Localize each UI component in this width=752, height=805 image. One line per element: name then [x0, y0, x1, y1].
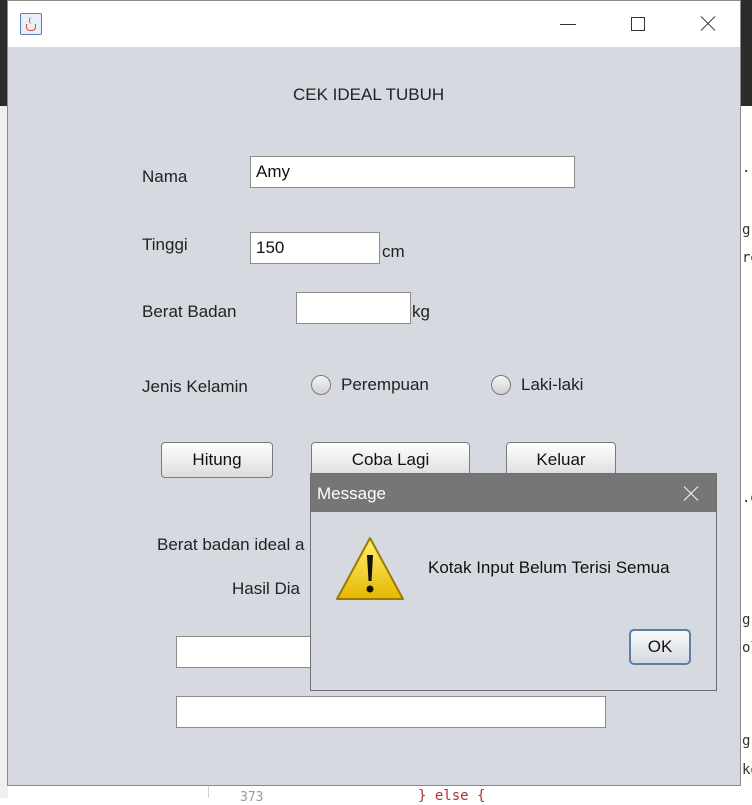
radio-laki-laki-label[interactable]: Laki-laki	[521, 375, 583, 395]
close-icon	[700, 16, 716, 32]
message-dialog: Message Kotak Input Belum Terisi Semua O…	[310, 473, 717, 691]
radio-laki-laki[interactable]	[491, 375, 511, 395]
gender-label: Jenis Kelamin	[142, 377, 248, 396]
nama-label: Nama	[142, 167, 188, 186]
hitung-button[interactable]: Hitung	[161, 442, 273, 478]
radio-perempuan-label[interactable]: Perempuan	[341, 375, 429, 395]
page-title: CEK IDEAL TUBUH	[293, 85, 445, 104]
dialog-title-bar[interactable]: Message	[311, 474, 716, 512]
ok-button[interactable]: OK	[629, 629, 691, 665]
nama-input[interactable]: Amy	[250, 156, 575, 188]
code-fragment: ko	[742, 762, 752, 778]
radio-perempuan[interactable]	[311, 375, 331, 395]
code-fragment: .d	[742, 490, 752, 506]
java-app-icon[interactable]	[20, 13, 42, 35]
tinggi-unit: cm	[382, 242, 405, 261]
diagnosis-label: Hasil Dia	[232, 579, 301, 598]
code-fragment: ol	[742, 640, 752, 656]
code-fragment: } else {	[418, 788, 486, 804]
close-icon	[683, 486, 699, 502]
tinggi-input[interactable]: 150	[250, 232, 380, 264]
dialog-message: Kotak Input Belum Terisi Semua	[428, 558, 670, 577]
minimize-button[interactable]	[533, 1, 603, 47]
berat-unit: kg	[412, 302, 430, 321]
maximize-button[interactable]	[603, 1, 673, 47]
dialog-close-button[interactable]	[671, 482, 711, 506]
berat-input[interactable]	[296, 292, 411, 324]
code-fragment: g	[742, 222, 751, 238]
result-label: Berat badan ideal a	[157, 535, 305, 554]
warning-icon	[336, 537, 404, 600]
tinggi-label: Tinggi	[142, 235, 188, 254]
berat-label: Berat Badan	[142, 302, 237, 321]
diagnosis-output[interactable]	[176, 696, 606, 728]
code-fragment: g	[742, 733, 751, 749]
title-bar[interactable]	[8, 1, 740, 47]
dialog-title: Message	[317, 484, 386, 503]
maximize-icon	[631, 17, 645, 31]
code-fragment: re	[742, 250, 752, 266]
close-button[interactable]	[673, 1, 743, 47]
minimize-icon	[560, 23, 576, 25]
code-fragment: .	[742, 160, 751, 176]
code-fragment: g	[742, 612, 751, 628]
